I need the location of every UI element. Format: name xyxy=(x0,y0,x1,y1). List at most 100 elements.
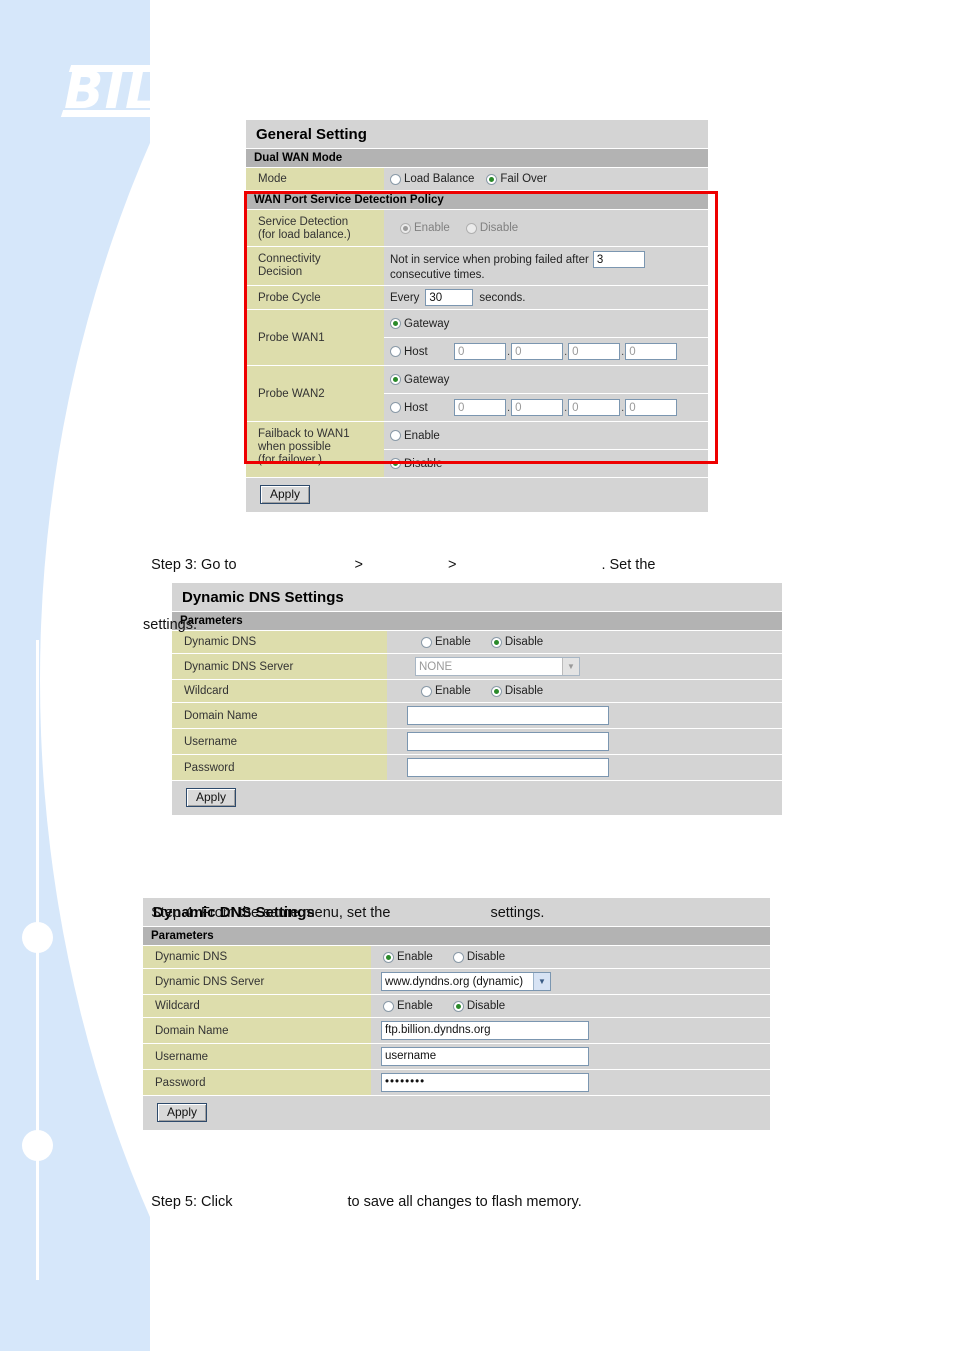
probe-wan1-octet-4[interactable]: 0 xyxy=(625,343,678,360)
row-domain-name-filled: Domain Name ftp.billion.dyndns.org xyxy=(143,1018,770,1044)
radio-label: Disable xyxy=(504,685,544,697)
probe-cycle-text-before: Every xyxy=(390,291,420,304)
row-label-password: Password xyxy=(143,1070,371,1095)
radio-label: Gateway xyxy=(404,373,450,386)
row-label-dynamic-dns: Dynamic DNS xyxy=(143,946,371,968)
password-input[interactable] xyxy=(407,758,609,777)
radio-failback-disable[interactable]: Disable xyxy=(390,458,442,470)
radio-mode-fail-over[interactable]: Fail Over xyxy=(486,173,547,185)
probe-wan1-octet-2[interactable]: 0 xyxy=(511,343,564,360)
probe-wan2-octet-1[interactable]: 0 xyxy=(454,399,506,416)
radio-circle-icon xyxy=(486,173,498,185)
probe-cycle-input[interactable]: 30 xyxy=(425,289,474,306)
password-input[interactable]: •••••••• xyxy=(381,1073,589,1092)
probe-wan1-octet-1[interactable]: 0 xyxy=(454,343,506,360)
row-label-probe-cycle: Probe Cycle xyxy=(246,286,384,309)
step-5-text: Step 5: Click to save all changes to flas… xyxy=(143,1157,843,1217)
connectivity-text-after: consecutive times. xyxy=(390,269,485,281)
row-password-filled: Password •••••••• xyxy=(143,1070,770,1096)
step-3-separator-2: > xyxy=(447,557,457,573)
row-value-service-detection: Enable Disable xyxy=(384,210,708,246)
radio-circle-icon xyxy=(465,222,477,234)
probe-wan2-gateway-row: Gateway xyxy=(384,366,708,394)
radio-mode-load-balance[interactable]: Load Balance xyxy=(390,173,474,185)
row-value-connectivity-decision: Not in service when probing failed after… xyxy=(384,247,708,285)
row-probe-wan2: Probe WAN2 Gateway Host 0 . 0 . 0 . 0 xyxy=(246,366,708,422)
octet-separator: . xyxy=(564,401,568,414)
radio-label: Enable xyxy=(397,1000,433,1012)
row-username-default: Username xyxy=(172,729,782,755)
row-value-password: •••••••• xyxy=(371,1070,770,1095)
connectivity-retry-input[interactable]: 3 xyxy=(592,251,645,268)
row-domain-name-default: Domain Name xyxy=(172,703,782,729)
radio-circle-icon xyxy=(390,318,401,329)
dynamic-dns-filled-apply-bar: Apply xyxy=(143,1096,770,1130)
row-label-dynamic-dns-server: Dynamic DNS Server xyxy=(143,969,371,994)
radio-circle-icon xyxy=(390,173,401,185)
row-service-detection: Service Detection (for load balance.) En… xyxy=(246,210,708,247)
step-5-tail: to save all changes to flash memory. xyxy=(347,1194,582,1210)
apply-button[interactable]: Apply xyxy=(157,1103,208,1122)
chevron-down-icon: ▼ xyxy=(533,973,550,990)
step-4-lead: Step 4: From the same menu, set the xyxy=(151,905,391,921)
row-label-failback-to-wan1: Failback to WAN1 when possible (for fail… xyxy=(246,422,384,477)
step-3-text: Step 3: Go to > > . Set the settings. xyxy=(143,520,843,670)
radio-service-detection-disable[interactable]: Disable xyxy=(465,222,518,234)
billion-logo: BILLION xyxy=(60,55,360,125)
radio-circle-icon xyxy=(390,402,401,413)
probe-wan2-octet-3[interactable]: 0 xyxy=(568,399,621,416)
radio-label: Fail Over xyxy=(500,173,547,185)
radio-wildcard-enable[interactable]: Enable xyxy=(383,1000,433,1012)
step-3-tail: . Set the xyxy=(601,557,656,573)
username-input[interactable]: username xyxy=(381,1047,589,1066)
general-setting-panel: General Setting Dual WAN Mode Mode Load … xyxy=(246,120,708,512)
row-mode: Mode Load Balance Fail Over xyxy=(246,168,708,191)
radio-label: Host xyxy=(404,345,428,358)
radio-label: Disable xyxy=(466,1000,506,1012)
row-label-probe-wan2: Probe WAN2 xyxy=(246,366,384,421)
row-value-dynamic-dns-server: www.dyndns.org (dynamic) ▼ xyxy=(371,969,770,994)
row-label-probe-wan1: Probe WAN1 xyxy=(246,310,384,365)
radio-probe-wan1-host[interactable]: Host xyxy=(390,346,448,358)
probe-wan2-host-row: Host 0 . 0 . 0 . 0 xyxy=(384,394,708,421)
radio-circle-icon xyxy=(490,685,502,697)
apply-button[interactable]: Apply xyxy=(186,788,237,807)
octet-separator: . xyxy=(507,345,511,358)
radio-dynamic-dns-enable[interactable]: Enable xyxy=(383,951,433,963)
row-label-domain-name: Domain Name xyxy=(172,703,387,728)
probe-wan2-octet-4[interactable]: 0 xyxy=(625,399,678,416)
radio-probe-wan2-gateway[interactable]: Gateway xyxy=(390,374,449,386)
radio-probe-wan2-host[interactable]: Host xyxy=(390,402,448,414)
row-failback-to-wan1: Failback to WAN1 when possible (for fail… xyxy=(246,422,708,478)
radio-wildcard-disable[interactable]: Disable xyxy=(452,1000,506,1012)
radio-probe-wan1-gateway[interactable]: Gateway xyxy=(390,318,449,330)
radio-dynamic-dns-disable[interactable]: Disable xyxy=(452,951,505,963)
radio-wildcard-disable[interactable]: Disable xyxy=(490,685,544,697)
radio-circle-icon xyxy=(390,346,401,357)
octet-separator: . xyxy=(564,345,568,358)
row-value-domain-name xyxy=(387,703,782,728)
dynamic-dns-default-apply-bar: Apply xyxy=(172,781,782,815)
row-label-service-detection: Service Detection (for load balance.) xyxy=(246,210,384,246)
radio-wildcard-enable[interactable]: Enable xyxy=(421,685,471,697)
apply-button[interactable]: Apply xyxy=(260,485,311,504)
radio-label: Enable xyxy=(435,685,471,697)
dynamic-dns-server-select[interactable]: www.dyndns.org (dynamic) ▼ xyxy=(381,972,551,991)
username-input[interactable] xyxy=(407,732,609,751)
row-value-dynamic-dns: Enable Disable xyxy=(371,946,770,968)
row-value-probe-cycle: Every 30 seconds. xyxy=(384,286,708,309)
radio-failback-enable[interactable]: Enable xyxy=(390,430,440,442)
radio-circle-icon xyxy=(383,951,394,963)
probe-wan1-octet-3[interactable]: 0 xyxy=(568,343,621,360)
row-wildcard-filled: Wildcard Enable Disable xyxy=(143,995,770,1018)
step-3-lead: Step 3: Go to xyxy=(151,557,237,573)
row-label-connectivity-decision: Connectivity Decision xyxy=(246,247,384,285)
radio-label: Host xyxy=(404,401,428,414)
probe-wan2-octet-2[interactable]: 0 xyxy=(511,399,564,416)
domain-name-input[interactable]: ftp.billion.dyndns.org xyxy=(381,1021,589,1040)
radio-label: Enable xyxy=(397,951,433,963)
domain-name-input[interactable] xyxy=(407,706,609,725)
radio-service-detection-enable[interactable]: Enable xyxy=(400,222,450,234)
row-connectivity-decision: Connectivity Decision Not in service whe… xyxy=(246,247,708,286)
row-label-username: Username xyxy=(172,729,387,754)
